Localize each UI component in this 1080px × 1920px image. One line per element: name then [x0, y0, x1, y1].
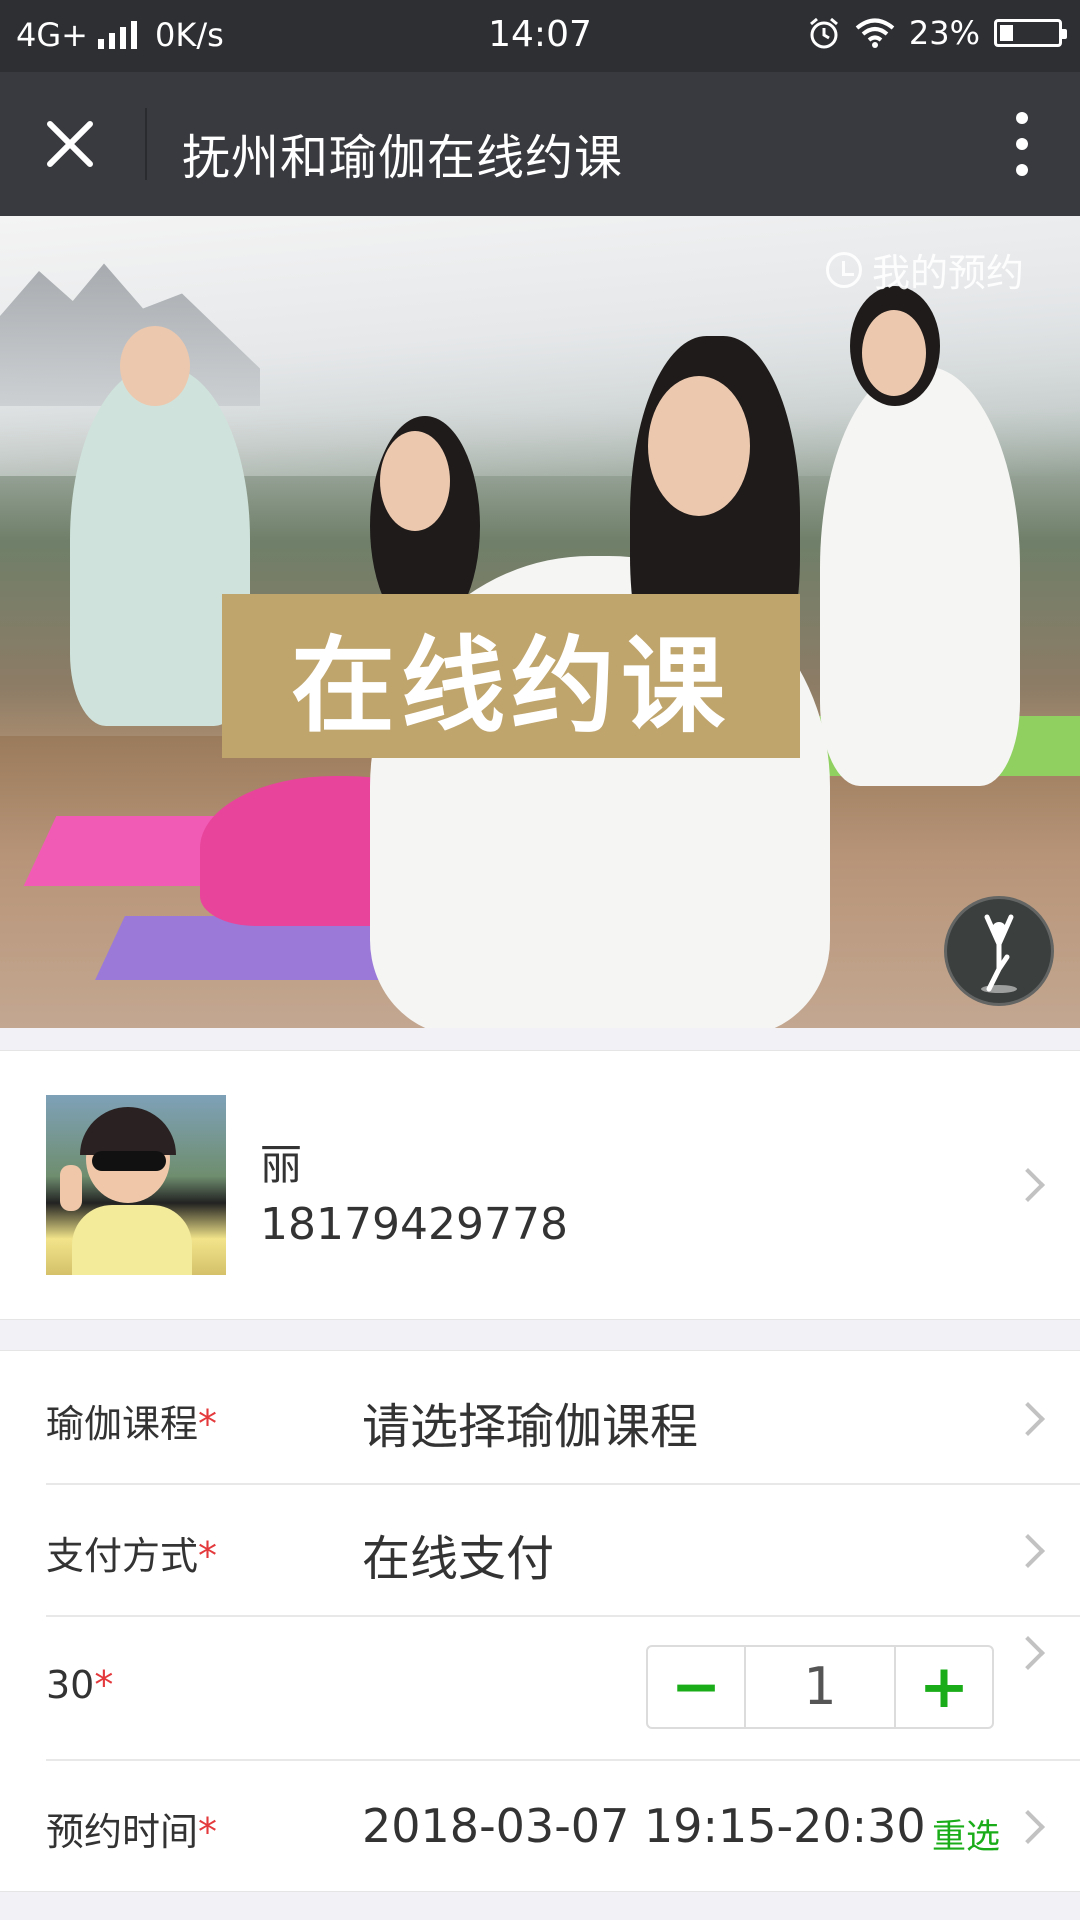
wifi-icon	[855, 18, 895, 48]
banner: 我的预约 在线约课	[0, 216, 1080, 1028]
banner-face	[648, 376, 750, 516]
course-label: 瑜伽课程*	[46, 1402, 218, 1446]
reselect-button[interactable]: 重选	[932, 1809, 1000, 1858]
banner-figure	[820, 366, 1020, 786]
banner-face	[862, 310, 926, 396]
chevron-right-icon	[1011, 1534, 1045, 1568]
quantity-value[interactable]: 1	[744, 1647, 896, 1727]
required-mark: *	[198, 1810, 218, 1854]
user-phone: 18179429778	[260, 1199, 568, 1250]
close-icon[interactable]	[40, 114, 100, 174]
decrement-button[interactable]: −	[648, 1647, 744, 1727]
quantity-label: 30*	[46, 1663, 114, 1707]
required-mark: *	[94, 1663, 114, 1707]
banner-face	[120, 326, 190, 406]
quantity-row: 30* − 1 +	[46, 1615, 1080, 1761]
yoga-logo-icon	[944, 896, 1054, 1006]
status-bar: 4G+ 0K/s 14:07 23%	[0, 0, 1080, 72]
my-booking-label: 我的预约	[871, 251, 1024, 295]
clock-check-icon	[825, 251, 862, 288]
increment-button[interactable]: +	[896, 1647, 992, 1727]
status-right: 23%	[807, 14, 1067, 52]
course-select[interactable]: 请选择瑜伽课程	[362, 1387, 698, 1457]
time-label: 预约时间*	[46, 1810, 218, 1854]
required-mark: *	[198, 1534, 218, 1578]
time-row[interactable]: 预约时间* 2018-03-07 19:15-20:30 重选	[46, 1759, 1080, 1891]
payment-row[interactable]: 支付方式* 在线支付	[46, 1483, 1080, 1617]
more-options-icon[interactable]	[1010, 112, 1034, 176]
page-title: 抚州和瑜伽在线约课	[182, 130, 624, 186]
time-value[interactable]: 2018-03-07 19:15-20:30	[362, 1799, 926, 1853]
battery-icon	[994, 19, 1067, 47]
battery-percent: 23%	[908, 14, 980, 52]
user-name: 丽	[260, 1140, 303, 1189]
chevron-right-icon	[1011, 1402, 1045, 1436]
payment-label: 支付方式*	[46, 1534, 218, 1578]
quantity-stepper: − 1 +	[646, 1645, 994, 1729]
banner-face	[380, 431, 450, 531]
user-card[interactable]: 丽 18179429778	[0, 1050, 1080, 1320]
avatar	[46, 1095, 226, 1275]
required-mark: *	[198, 1402, 218, 1446]
course-row[interactable]: 瑜伽课程* 请选择瑜伽课程	[46, 1351, 1080, 1485]
alarm-icon	[809, 17, 838, 49]
chevron-right-icon	[1011, 1168, 1045, 1202]
banner-caption: 在线约课	[222, 594, 800, 758]
payment-select[interactable]: 在线支付	[362, 1519, 554, 1589]
chevron-right-icon	[1011, 1636, 1045, 1670]
booking-form: 瑜伽课程* 请选择瑜伽课程 支付方式* 在线支付 30* − 1 + 预约时间*…	[0, 1350, 1080, 1892]
title-divider	[145, 108, 147, 180]
my-booking-link[interactable]: 我的预约	[825, 242, 1024, 297]
chevron-right-icon	[1011, 1810, 1045, 1844]
title-bar: 抚州和瑜伽在线约课	[0, 72, 1080, 216]
